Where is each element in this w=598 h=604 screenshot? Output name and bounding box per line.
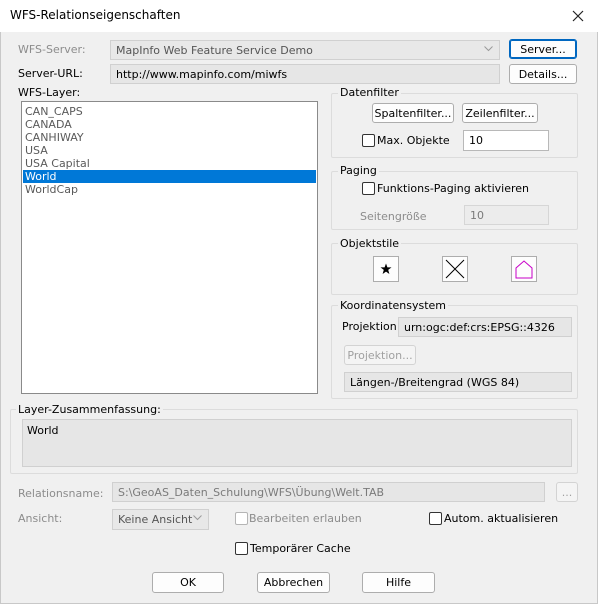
zeilenfilter-button[interactable]: Zeilenfilter...	[462, 103, 538, 123]
details-button[interactable]: Details...	[509, 64, 577, 84]
spaltenfilter-button[interactable]: Spaltenfilter...	[372, 103, 454, 123]
server-button[interactable]: Server...	[509, 39, 577, 59]
projektion-field: urn:ogc:def:crs:EPSG::4326	[398, 317, 572, 337]
server-url-field: http://www.mapinfo.com/miwfs	[110, 64, 500, 84]
projektion-button: Projektion...	[344, 345, 416, 365]
list-item[interactable]: CAN_CAPS	[23, 105, 316, 118]
help-button[interactable]: Hilfe	[362, 572, 435, 593]
temp-cache-label: Temporärer Cache	[250, 542, 351, 555]
wfs-server-label: WFS-Server:	[18, 43, 86, 56]
close-button[interactable]	[564, 4, 592, 28]
wfs-layer-list[interactable]: CAN_CAPS CANADA CANHIWAY USA USA Capital…	[21, 101, 318, 394]
autom-aktualisieren-checkbox[interactable]	[429, 512, 442, 525]
summary-field: World	[22, 419, 572, 467]
close-icon	[572, 10, 584, 22]
relationsname-label: Relationsname:	[18, 487, 104, 500]
line-style-button[interactable]	[442, 256, 468, 282]
relationsname-browse-button: ...	[556, 482, 578, 502]
ansicht-value: Keine Ansicht	[118, 513, 193, 526]
funktions-paging-checkbox[interactable]	[362, 182, 375, 195]
temp-cache-checkbox[interactable]	[235, 542, 248, 555]
region-style-button[interactable]	[511, 256, 537, 282]
max-objekte-input[interactable]: 10	[463, 130, 549, 151]
seitengroesse-input: 10	[464, 205, 549, 225]
autom-aktualisieren-label: Autom. aktualisieren	[444, 512, 559, 525]
relationsname-field: S:\GeoAS_Daten_Schulung\WFS\Übung\Welt.T…	[112, 482, 545, 502]
dialog-title: WFS-Relationseigenschaften	[10, 8, 181, 22]
seitengroesse-label: Seitengröße	[360, 210, 427, 223]
paging-title: Paging	[338, 164, 379, 177]
cancel-button[interactable]: Abbrechen	[257, 572, 330, 593]
point-style-button[interactable]	[373, 256, 399, 282]
bearbeiten-checkbox	[235, 512, 248, 525]
list-item[interactable]: CANADA	[23, 118, 316, 131]
point-style-icon	[380, 263, 392, 274]
koordinatensystem-title: Koordinatensystem	[338, 299, 449, 312]
objektstile-title: Objektstile	[338, 237, 402, 250]
chevron-down-icon	[193, 515, 202, 521]
projektion-label: Projektion:	[342, 320, 401, 333]
ansicht-label: Ansicht:	[18, 512, 63, 525]
max-objekte-label: Max. Objekte	[377, 134, 450, 147]
list-item[interactable]: WorldCap	[23, 183, 316, 196]
wfs-server-combo: MapInfo Web Feature Service Demo	[110, 40, 500, 60]
wfs-server-value: MapInfo Web Feature Service Demo	[116, 44, 313, 57]
ansicht-combo: Keine Ansicht	[112, 509, 209, 530]
list-item[interactable]: USA	[23, 144, 316, 157]
max-objekte-checkbox[interactable]	[362, 134, 375, 147]
ok-button[interactable]: OK	[152, 572, 224, 593]
wfs-layer-label: WFS-Layer:	[18, 86, 81, 99]
list-item[interactable]: USA Capital	[23, 157, 316, 170]
list-item[interactable]: CANHIWAY	[23, 131, 316, 144]
chevron-down-icon	[484, 46, 493, 52]
datenfilter-title: Datenfilter	[338, 86, 401, 99]
funktions-paging-label: Funktions-Paging aktivieren	[377, 182, 530, 195]
line-style-icon	[445, 259, 465, 279]
server-url-label: Server-URL:	[18, 67, 83, 80]
projektion-name-field: Längen-/Breitengrad (WGS 84)	[344, 372, 572, 392]
summary-title: Layer-Zusammenfassung:	[16, 403, 163, 416]
region-style-icon	[515, 260, 533, 279]
bearbeiten-label: Bearbeiten erlauben	[249, 512, 362, 525]
list-item-selected[interactable]: World	[23, 170, 316, 183]
